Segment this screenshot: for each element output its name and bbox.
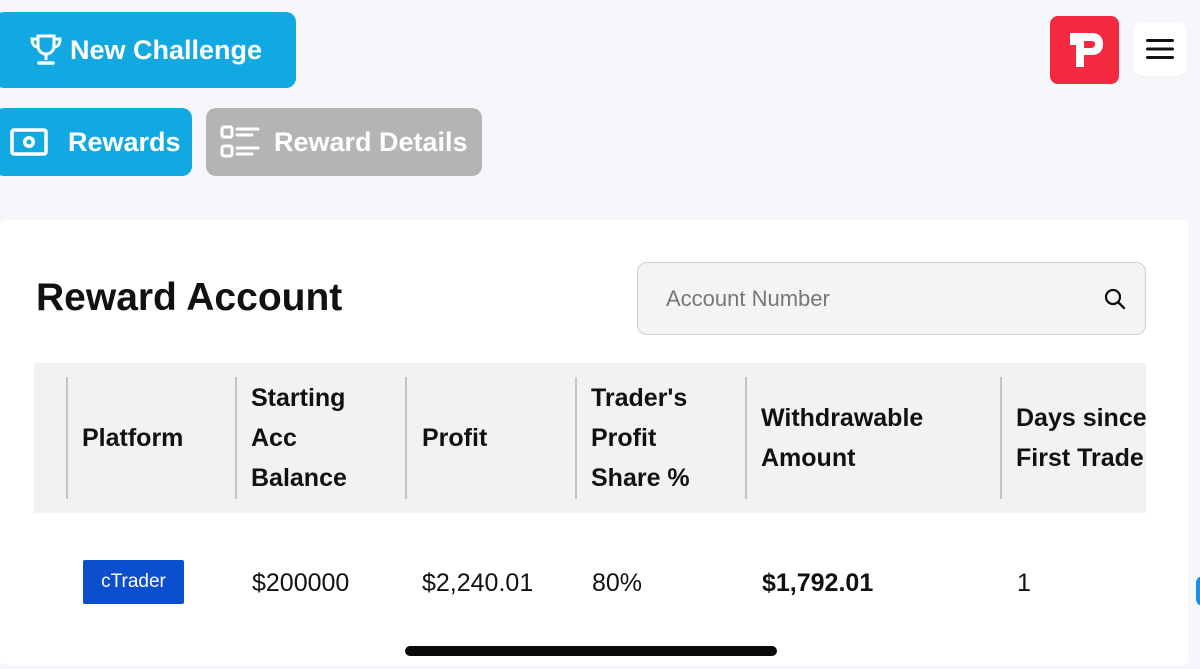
search-icon[interactable] xyxy=(1103,287,1127,311)
trophy-icon xyxy=(30,34,62,65)
column-header-withdrawable[interactable]: Withdrawable Amount xyxy=(761,363,923,513)
column-header-days-since-first-trade[interactable]: Days since First Trade xyxy=(1016,363,1146,513)
home-indicator xyxy=(405,646,777,656)
column-header-starting-balance[interactable]: Starting Acc Balance xyxy=(251,363,347,513)
column-divider xyxy=(575,377,577,499)
column-divider xyxy=(66,377,68,499)
hamburger-menu-icon xyxy=(1146,39,1174,59)
rewards-button[interactable]: Rewards xyxy=(0,108,192,176)
floating-widget-edge[interactable] xyxy=(1196,576,1200,606)
page-title: Reward Account xyxy=(36,276,343,319)
withdrawable-amount-cell: $1,792.01 xyxy=(762,568,874,597)
account-number-search-input[interactable] xyxy=(666,285,1086,312)
list-details-icon xyxy=(220,125,260,158)
brand-p-logo-icon xyxy=(1069,33,1103,67)
menu-button[interactable] xyxy=(1133,22,1187,76)
reward-details-button[interactable]: Reward Details xyxy=(206,108,482,176)
new-challenge-label: New Challenge xyxy=(70,34,263,65)
column-divider xyxy=(745,377,747,499)
column-header-profit-share[interactable]: Trader's Profit Share % xyxy=(591,363,690,513)
profit-share-cell: 80% xyxy=(592,568,643,597)
new-challenge-button[interactable]: New Challenge xyxy=(0,12,296,88)
column-header-platform[interactable]: Platform xyxy=(82,363,183,513)
cash-icon xyxy=(10,128,48,156)
column-divider xyxy=(235,377,237,499)
brand-logo[interactable] xyxy=(1050,16,1119,84)
profit-cell: $2,240.01 xyxy=(422,568,534,597)
rewards-label: Rewards xyxy=(68,126,181,157)
starting-balance-cell: $200000 xyxy=(252,568,350,597)
days-since-first-trade-cell: 1 xyxy=(1017,568,1031,597)
column-divider xyxy=(1000,377,1002,499)
reward-table: Platform Starting Acc Balance Profit Tra… xyxy=(34,363,1146,653)
table-header: Platform Starting Acc Balance Profit Tra… xyxy=(34,363,1146,513)
reward-details-label: Reward Details xyxy=(274,126,468,157)
column-divider xyxy=(405,377,407,499)
platform-badge: cTrader xyxy=(83,560,184,604)
account-search-box xyxy=(637,262,1146,335)
column-header-profit[interactable]: Profit xyxy=(422,363,487,513)
